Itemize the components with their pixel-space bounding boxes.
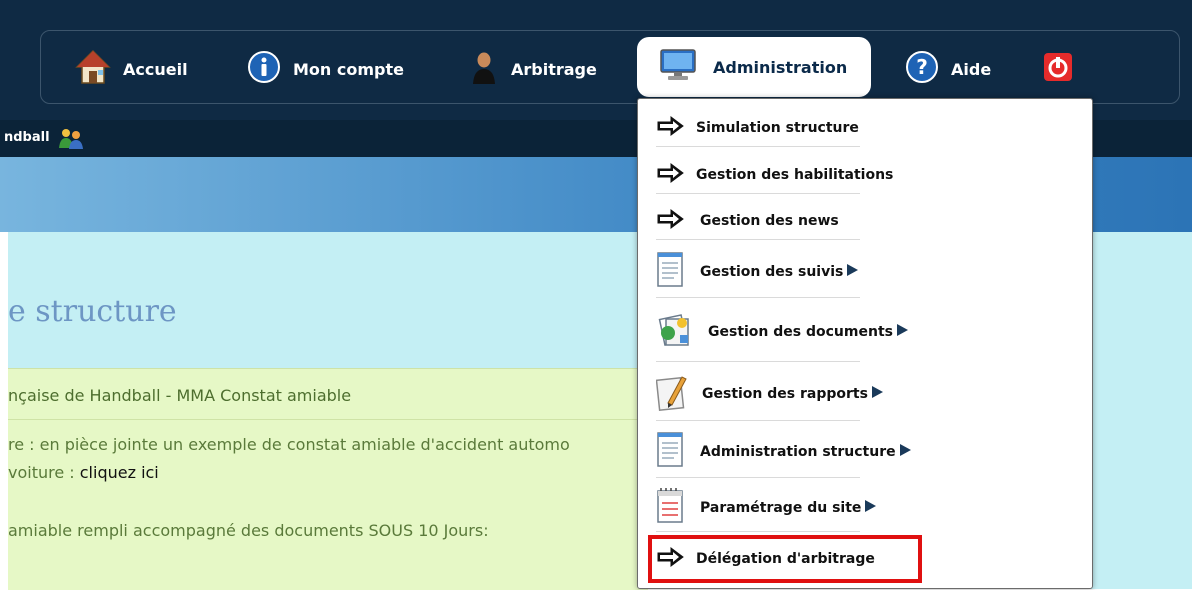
menu-separator bbox=[656, 146, 860, 147]
submenu-arrow-icon bbox=[845, 263, 859, 281]
home-icon bbox=[75, 49, 111, 89]
info-icon bbox=[247, 50, 281, 88]
nav-label: Mon compte bbox=[293, 59, 404, 79]
menu-separator bbox=[656, 477, 860, 478]
menu-separator bbox=[656, 361, 860, 362]
nav-label: Administration bbox=[713, 57, 848, 77]
arrow-icon bbox=[656, 116, 684, 140]
highlight-box bbox=[648, 535, 922, 583]
nav-administration[interactable]: Administration bbox=[637, 37, 871, 97]
news-card: nçaise de Handball - MMA Constat amiable… bbox=[8, 368, 648, 590]
menu-separator bbox=[656, 193, 860, 194]
menu-item-parametrage[interactable]: Paramétrage du site bbox=[656, 485, 877, 531]
menu-item-rapports[interactable]: Gestion des rapports bbox=[655, 371, 884, 417]
menu-item-documents[interactable]: Gestion des documents bbox=[656, 309, 909, 355]
menu-item-suivis[interactable]: Gestion des suivis bbox=[656, 249, 859, 295]
help-icon: ? bbox=[905, 50, 939, 88]
referee-icon bbox=[469, 50, 499, 88]
federation-name-text: ndball bbox=[4, 130, 50, 145]
menu-separator bbox=[656, 297, 860, 298]
report-icon bbox=[655, 373, 688, 415]
menu-item-label: Gestion des news bbox=[700, 213, 839, 229]
menu-item-news[interactable]: Gestion des news bbox=[656, 198, 839, 244]
submenu-arrow-icon bbox=[895, 323, 909, 341]
news-text-prefix: voiture : bbox=[8, 463, 80, 482]
nav-accueil[interactable]: Accueil bbox=[75, 49, 188, 89]
nav-label: Accueil bbox=[123, 59, 188, 79]
svg-text:?: ? bbox=[916, 55, 928, 79]
menu-item-label: Gestion des rapports bbox=[702, 386, 868, 402]
nav-mon-compte[interactable]: Mon compte bbox=[247, 49, 404, 89]
menu-item-label: Gestion des habilitations bbox=[696, 167, 894, 183]
nav-label: Aide bbox=[951, 59, 992, 79]
menu-item-label: Gestion des documents bbox=[708, 324, 893, 340]
menu-item-label: Gestion des suivis bbox=[700, 264, 844, 280]
news-text-line: amiable rempli accompagné des documents … bbox=[8, 521, 489, 540]
main-nav: Accueil Mon compte Arbitrage Administrat… bbox=[40, 30, 1180, 104]
page-title: e structure bbox=[8, 294, 177, 329]
logout-button[interactable] bbox=[1043, 49, 1073, 89]
arrow-icon bbox=[656, 163, 684, 187]
menu-item-label: Administration structure bbox=[700, 444, 896, 460]
nav-label: Arbitrage bbox=[511, 59, 597, 79]
document-icon bbox=[656, 431, 686, 473]
menu-item-label: Paramétrage du site bbox=[700, 500, 862, 516]
click-here-link[interactable]: cliquez ici bbox=[80, 463, 159, 482]
power-icon bbox=[1043, 52, 1073, 86]
menu-item-label: Simulation structure bbox=[696, 120, 859, 136]
menu-separator bbox=[656, 239, 860, 240]
notepad-icon bbox=[656, 487, 686, 529]
menu-item-simulation-structure[interactable]: Simulation structure bbox=[656, 105, 859, 151]
document-icon bbox=[656, 251, 686, 293]
users-icon bbox=[58, 126, 84, 154]
submenu-arrow-icon bbox=[870, 385, 884, 403]
submenu-arrow-icon bbox=[863, 499, 877, 517]
submenu-arrow-icon bbox=[898, 443, 912, 461]
administration-dropdown: Simulation structure Gestion des habilit… bbox=[637, 98, 1093, 589]
news-card-header: nçaise de Handball - MMA Constat amiable bbox=[8, 369, 648, 420]
nav-arbitrage[interactable]: Arbitrage bbox=[469, 49, 597, 89]
menu-item-habilitations[interactable]: Gestion des habilitations bbox=[656, 152, 893, 198]
menu-item-administration-structure[interactable]: Administration structure bbox=[656, 429, 912, 475]
news-text-line: voiture : cliquez ici bbox=[8, 463, 159, 482]
news-title: nçaise de Handball - MMA Constat amiable bbox=[8, 386, 352, 405]
menu-separator bbox=[656, 420, 860, 421]
arrow-icon bbox=[656, 209, 684, 233]
nav-aide[interactable]: ? Aide bbox=[905, 49, 991, 89]
documents-icon bbox=[656, 311, 694, 353]
monitor-icon bbox=[659, 48, 697, 86]
menu-separator bbox=[656, 531, 860, 532]
news-text-line: re : en pièce jointe un exemple de const… bbox=[8, 435, 570, 454]
